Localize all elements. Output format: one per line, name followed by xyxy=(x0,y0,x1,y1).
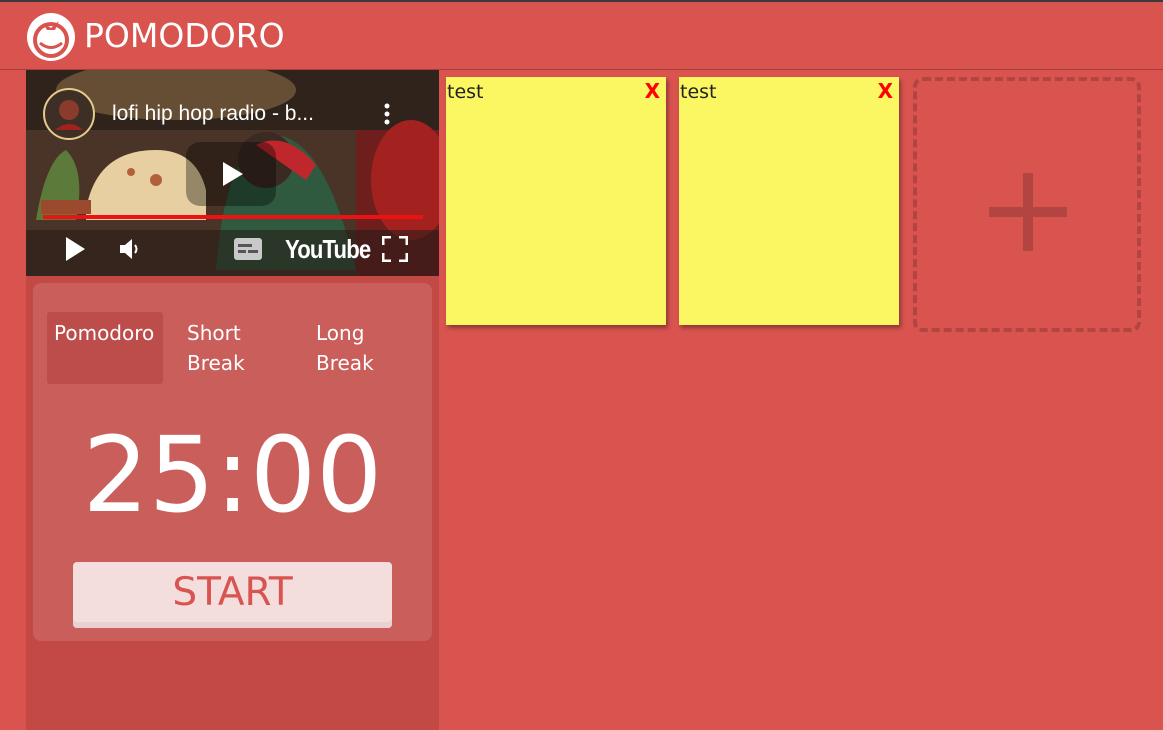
note-text[interactable]: test xyxy=(680,81,717,103)
channel-avatar-art xyxy=(47,92,91,136)
tab-pomodoro[interactable]: Pomodoro xyxy=(47,312,163,384)
tab-long-break[interactable]: Long Break xyxy=(309,312,399,384)
video-title[interactable]: lofi hip hop radio - b... xyxy=(112,102,314,126)
more-options-icon[interactable] xyxy=(382,102,392,128)
tomato-icon xyxy=(27,13,75,61)
video-progress-bar[interactable] xyxy=(43,215,423,219)
play-icon[interactable] xyxy=(64,236,86,262)
sidebar: lofi hip hop radio - b... YouTube Pomodo… xyxy=(26,70,439,730)
app-title: POMODORO xyxy=(84,16,285,55)
sticky-note[interactable]: test X xyxy=(679,77,899,325)
fullscreen-icon[interactable] xyxy=(382,236,408,262)
plus-icon xyxy=(989,173,1067,251)
add-note-button[interactable] xyxy=(913,77,1141,332)
timer-card: Pomodoro Short Break Long Break 25:00 ST… xyxy=(33,283,432,641)
close-note-button[interactable]: X xyxy=(878,79,893,103)
channel-avatar[interactable] xyxy=(43,88,95,140)
sticky-note[interactable]: test X xyxy=(446,77,666,325)
close-note-button[interactable]: X xyxy=(645,79,660,103)
tab-short-break[interactable]: Short Break xyxy=(180,312,270,384)
big-play-icon[interactable] xyxy=(186,142,276,206)
subtitles-icon[interactable] xyxy=(234,238,262,260)
start-button[interactable]: START xyxy=(73,562,392,628)
note-text[interactable]: test xyxy=(447,81,484,103)
timer-display: 25:00 xyxy=(82,414,383,536)
youtube-player[interactable]: lofi hip hop radio - b... YouTube xyxy=(26,70,439,276)
volume-icon[interactable] xyxy=(118,237,142,261)
youtube-logo[interactable]: YouTube xyxy=(285,234,371,265)
app-header: POMODORO xyxy=(0,2,1163,70)
